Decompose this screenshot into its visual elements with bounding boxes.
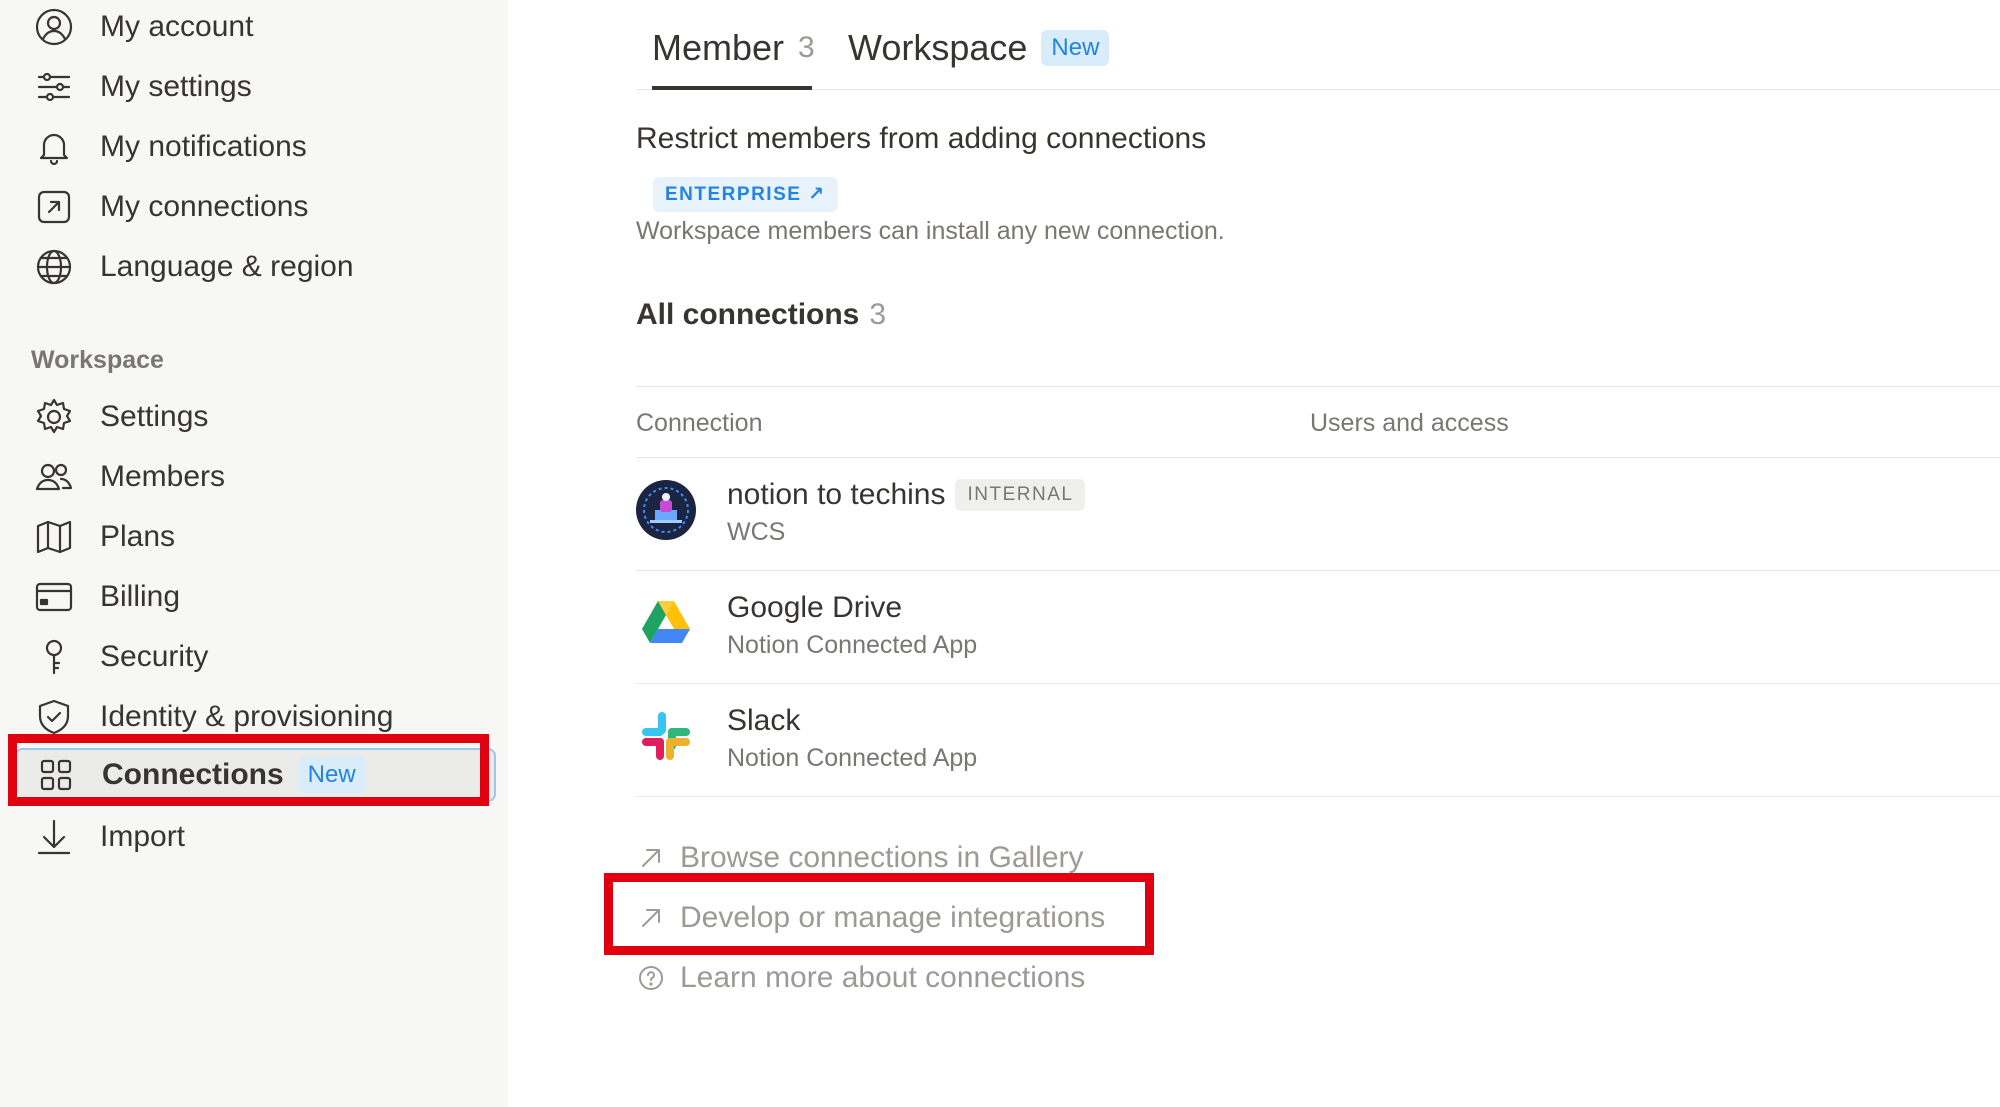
link-label: Learn more about connections bbox=[680, 961, 1086, 994]
connection-name: Google Drive bbox=[727, 591, 902, 625]
credit-card-icon bbox=[24, 577, 84, 617]
arrow-square-icon bbox=[24, 187, 84, 227]
sidebar-item-my-connections[interactable]: My connections bbox=[14, 180, 496, 234]
gear-icon bbox=[24, 397, 84, 437]
enterprise-badge[interactable]: ENTERPRISE ↗ bbox=[653, 177, 838, 212]
sidebar-item-label: Settings bbox=[100, 400, 209, 433]
browse-gallery-link[interactable]: Browse connections in Gallery bbox=[636, 838, 1084, 878]
download-icon bbox=[24, 817, 84, 857]
sidebar-item-my-notifications[interactable]: My notifications bbox=[14, 120, 496, 174]
tab-label: Member bbox=[652, 27, 785, 68]
sidebar-item-import[interactable]: Import bbox=[14, 810, 496, 864]
all-connections-title: All connections bbox=[636, 298, 860, 331]
slack-icon bbox=[636, 706, 696, 766]
key-icon bbox=[24, 637, 84, 677]
table-row[interactable]: Google Drive Notion Connected App bbox=[636, 571, 2000, 683]
sidebar-item-label: Security bbox=[100, 640, 209, 673]
sidebar-item-label: My settings bbox=[100, 70, 252, 103]
sidebar-item-security[interactable]: Security bbox=[14, 630, 496, 684]
connection-name: notion to techins INTERNAL bbox=[727, 478, 1086, 512]
techins-logo-icon bbox=[636, 480, 696, 540]
column-header-users-access: Users and access bbox=[1310, 409, 1509, 437]
column-header-connection: Connection bbox=[636, 409, 763, 437]
tab-member[interactable]: Member 3 bbox=[652, 22, 815, 74]
connection-subtitle: Notion Connected App bbox=[727, 631, 978, 659]
tab-count: 3 bbox=[798, 31, 815, 64]
google-drive-icon bbox=[636, 593, 696, 653]
connection-name-text: notion to techins bbox=[727, 478, 946, 511]
new-badge: New bbox=[1041, 30, 1110, 66]
sidebar-section-label: Workspace bbox=[31, 346, 164, 374]
arrow-up-right-icon bbox=[636, 843, 666, 873]
sidebar-item-label: Members bbox=[100, 460, 226, 493]
sidebar-item-label: Plans bbox=[100, 520, 176, 553]
sidebar-item-members[interactable]: Members bbox=[14, 450, 496, 504]
learn-more-link[interactable]: Learn more about connections bbox=[636, 958, 1085, 998]
sidebar-item-my-settings[interactable]: My settings bbox=[14, 60, 496, 114]
sidebar-item-settings[interactable]: Settings bbox=[14, 390, 496, 444]
sidebar-item-label: Import bbox=[100, 820, 186, 853]
sidebar-item-plans[interactable]: Plans bbox=[14, 510, 496, 564]
sidebar-item-my-account[interactable]: My account bbox=[14, 0, 496, 54]
divider bbox=[636, 796, 2000, 797]
connection-name: Slack bbox=[727, 704, 800, 738]
sidebar-item-label: Identity & provisioning bbox=[100, 700, 394, 733]
highlight-box-develop bbox=[604, 873, 1154, 955]
tab-active-underline bbox=[652, 86, 812, 90]
sidebar-item-label: My notifications bbox=[100, 130, 307, 163]
connection-subtitle: Notion Connected App bbox=[727, 744, 978, 772]
table-row[interactable]: notion to techins INTERNAL WCS bbox=[636, 458, 2000, 570]
bell-icon bbox=[24, 127, 84, 167]
tab-label: Workspace bbox=[848, 27, 1028, 68]
shield-check-icon bbox=[24, 697, 84, 737]
question-circle-icon bbox=[636, 963, 666, 993]
restrict-title: Restrict members from adding connections bbox=[636, 122, 1207, 155]
sidebar-item-billing[interactable]: Billing bbox=[14, 570, 496, 624]
divider bbox=[636, 386, 2000, 387]
sidebar-item-label: My account bbox=[100, 10, 254, 43]
connection-name-text: Slack bbox=[727, 704, 801, 737]
people-icon bbox=[24, 457, 84, 497]
all-connections-count: 3 bbox=[869, 298, 887, 331]
connection-subtitle: WCS bbox=[727, 518, 786, 546]
internal-badge: INTERNAL bbox=[955, 479, 1086, 511]
sidebar: My account My settings My notifications … bbox=[0, 0, 508, 1107]
table-row[interactable]: Slack Notion Connected App bbox=[636, 684, 2000, 796]
sliders-icon bbox=[24, 67, 84, 107]
sidebar-item-label: Billing bbox=[100, 580, 181, 613]
tab-workspace[interactable]: Workspace New bbox=[848, 22, 1110, 74]
user-circle-icon bbox=[24, 7, 84, 47]
sidebar-item-label: My connections bbox=[100, 190, 309, 223]
map-icon bbox=[24, 517, 84, 557]
restrict-description: Workspace members can install any new co… bbox=[636, 217, 1225, 245]
sidebar-item-label: Language & region bbox=[100, 250, 354, 283]
link-label: Browse connections in Gallery bbox=[680, 841, 1084, 874]
sidebar-item-language-region[interactable]: Language & region bbox=[14, 240, 496, 294]
tab-bar: Member 3 Workspace New bbox=[636, 0, 2000, 90]
connection-name-text: Google Drive bbox=[727, 591, 903, 624]
globe-icon bbox=[24, 247, 84, 287]
highlight-box-connections bbox=[8, 734, 489, 806]
all-connections-heading: All connections 3 bbox=[636, 298, 886, 332]
